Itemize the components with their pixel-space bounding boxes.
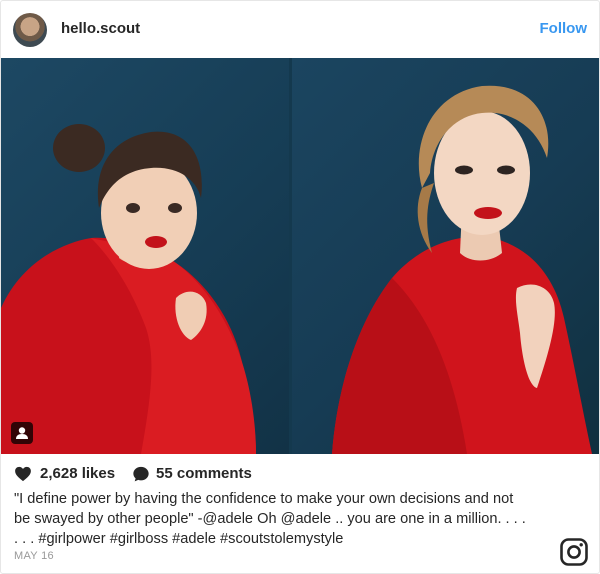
- photo-left-illustration: [1, 124, 256, 454]
- photo-right: [292, 58, 599, 454]
- photo-left: [1, 58, 289, 454]
- caption-line: be swayed by other people" -@adele Oh @a…: [14, 511, 526, 527]
- caption-line: "I define power by having the confidence…: [14, 491, 514, 507]
- follow-button[interactable]: Follow: [540, 20, 588, 37]
- heart-icon[interactable]: [14, 465, 32, 483]
- likes-count[interactable]: 2,628 likes: [40, 465, 115, 482]
- post-caption: "I define power by having the confidence…: [14, 489, 584, 549]
- instagram-icon[interactable]: [559, 537, 589, 567]
- avatar[interactable]: [13, 13, 47, 47]
- post-header: hello.scout Follow: [1, 1, 599, 58]
- photo-right-illustration: [332, 85, 592, 454]
- post-date[interactable]: MAY 16: [14, 550, 54, 562]
- person-icon: [16, 427, 28, 439]
- caption-line: . . . #girlpower #girlboss #adele #scout…: [14, 531, 344, 547]
- comments-count[interactable]: 55 comments: [156, 465, 252, 482]
- post-photos[interactable]: [1, 58, 599, 454]
- username[interactable]: hello.scout: [61, 20, 140, 37]
- user-tag-badge[interactable]: [11, 422, 33, 444]
- post-actions: 2,628 likes 55 comments: [14, 464, 414, 484]
- instagram-post-card: hello.scout Follow 2,628 likes 55 commen…: [0, 0, 600, 574]
- comment-bubble-icon[interactable]: [132, 465, 150, 483]
